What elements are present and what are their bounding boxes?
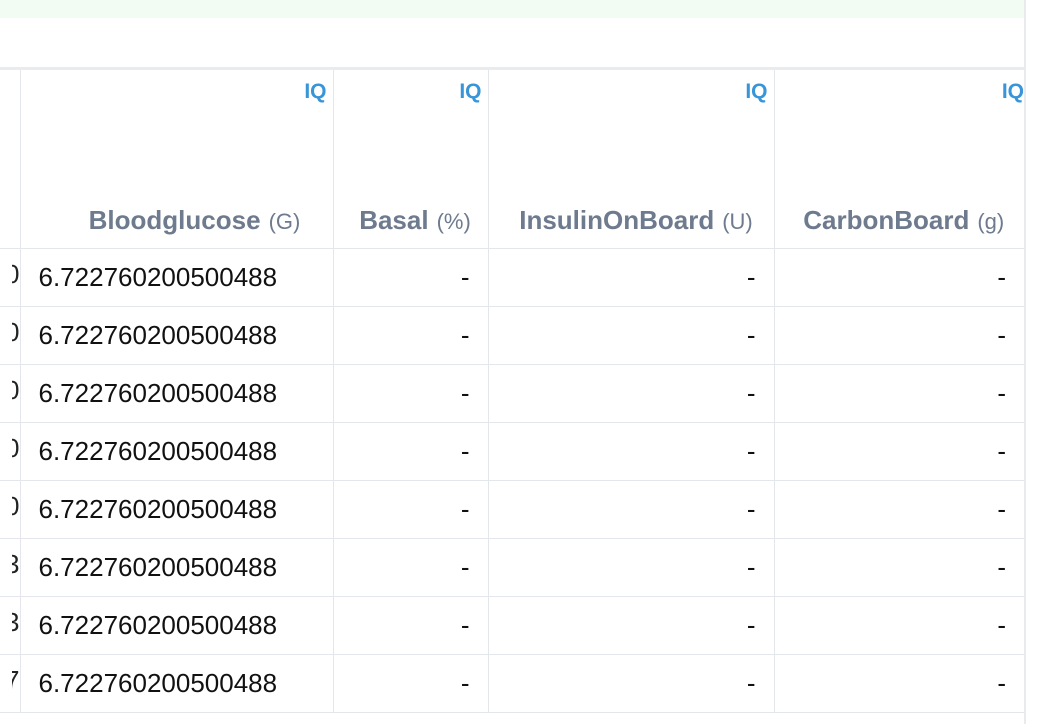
insulin-on-board-cell: -	[487, 248, 774, 307]
basal-cell: -	[332, 422, 488, 481]
top-banner	[0, 0, 1024, 18]
carbon-board-cell: -	[773, 654, 1024, 713]
table-body: 0 6.722760200500488 - - - 0 6.7227602005…	[0, 248, 1024, 713]
basal-cell: -	[332, 364, 488, 423]
table-row[interactable]: 0 6.722760200500488 - - -	[0, 480, 1024, 539]
insulin-on-board-cell: -	[487, 538, 774, 597]
scroll-edge	[1024, 0, 1026, 724]
table-row[interactable]: 3 6.722760200500488 - - -	[0, 596, 1024, 655]
basal-cell: -	[332, 306, 488, 365]
clipped-cell: 0	[0, 364, 20, 423]
carbon-board-cell: -	[773, 422, 1024, 481]
table-row[interactable]: 0 6.722760200500488 - - -	[0, 306, 1024, 365]
table-row[interactable]: 7 6.722760200500488 - - -	[0, 654, 1024, 713]
carbon-board-cell: -	[773, 480, 1024, 539]
insulin-on-board-cell: -	[487, 654, 774, 713]
column-title: CarbonBoard	[803, 205, 970, 235]
bloodglucose-cell: 6.722760200500488	[19, 248, 333, 307]
column-header-hidden	[0, 67, 20, 249]
data-table: IQ Bloodglucose (G) IQ Basal (%) IQ Insuli…	[0, 67, 1024, 713]
column-title: Basal	[359, 205, 429, 235]
iq-button[interactable]: IQ	[745, 80, 767, 104]
table-row[interactable]: 0 6.722760200500488 - - -	[0, 364, 1024, 423]
basal-cell: -	[332, 538, 488, 597]
clipped-cell: 0	[0, 306, 20, 365]
clipped-cell: 0	[0, 422, 20, 481]
column-header-carbon-board[interactable]: IQ CarbonBoard (g)	[773, 67, 1024, 249]
column-unit: (g)	[977, 209, 1005, 234]
clipped-cell: 0	[0, 480, 20, 539]
clipped-cell: 7	[0, 654, 20, 713]
insulin-on-board-cell: -	[487, 306, 774, 365]
carbon-board-cell: -	[773, 306, 1024, 365]
table-header: IQ Bloodglucose (G) IQ Basal (%) IQ Insuli…	[0, 67, 1024, 249]
column-header-insulin-on-board[interactable]: IQ InsulinOnBoard (U)	[487, 67, 774, 249]
bloodglucose-cell: 6.722760200500488	[19, 422, 333, 481]
clipped-cell: 0	[0, 248, 20, 307]
carbon-board-cell: -	[773, 364, 1024, 423]
clipped-cell: 3	[0, 538, 20, 597]
bloodglucose-cell: 6.722760200500488	[19, 480, 333, 539]
bloodglucose-cell: 6.722760200500488	[19, 306, 333, 365]
basal-cell: -	[332, 248, 488, 307]
table-row[interactable]: 3 6.722760200500488 - - -	[0, 538, 1024, 597]
basal-cell: -	[332, 654, 488, 713]
column-title: Bloodglucose	[88, 205, 261, 235]
bloodglucose-cell: 6.722760200500488	[19, 364, 333, 423]
table-row[interactable]: 0 6.722760200500488 - - -	[0, 422, 1024, 481]
column-header-bloodglucose[interactable]: IQ Bloodglucose (G)	[19, 67, 333, 249]
column-unit: (%)	[436, 209, 471, 234]
insulin-on-board-cell: -	[487, 422, 774, 481]
column-unit: (U)	[722, 209, 753, 234]
bloodglucose-cell: 6.722760200500488	[19, 538, 333, 597]
insulin-on-board-cell: -	[487, 364, 774, 423]
column-header-basal[interactable]: IQ Basal (%)	[332, 67, 488, 249]
bloodglucose-cell: 6.722760200500488	[19, 596, 333, 655]
insulin-on-board-cell: -	[487, 596, 774, 655]
basal-cell: -	[332, 596, 488, 655]
iq-button[interactable]: IQ	[459, 80, 481, 104]
clipped-cell: 3	[0, 596, 20, 655]
column-title: InsulinOnBoard	[519, 205, 715, 235]
header-row: IQ Bloodglucose (G) IQ Basal (%) IQ Insuli…	[0, 67, 1024, 249]
carbon-board-cell: -	[773, 248, 1024, 307]
iq-button[interactable]: IQ	[1002, 80, 1024, 104]
column-unit: (G)	[268, 209, 301, 234]
insulin-on-board-cell: -	[487, 480, 774, 539]
carbon-board-cell: -	[773, 538, 1024, 597]
basal-cell: -	[332, 480, 488, 539]
bloodglucose-cell: 6.722760200500488	[19, 654, 333, 713]
iq-button[interactable]: IQ	[304, 80, 326, 104]
table-row[interactable]: 0 6.722760200500488 - - -	[0, 248, 1024, 307]
data-table-container: IQ Bloodglucose (G) IQ Basal (%) IQ Insuli…	[0, 67, 1024, 713]
carbon-board-cell: -	[773, 596, 1024, 655]
